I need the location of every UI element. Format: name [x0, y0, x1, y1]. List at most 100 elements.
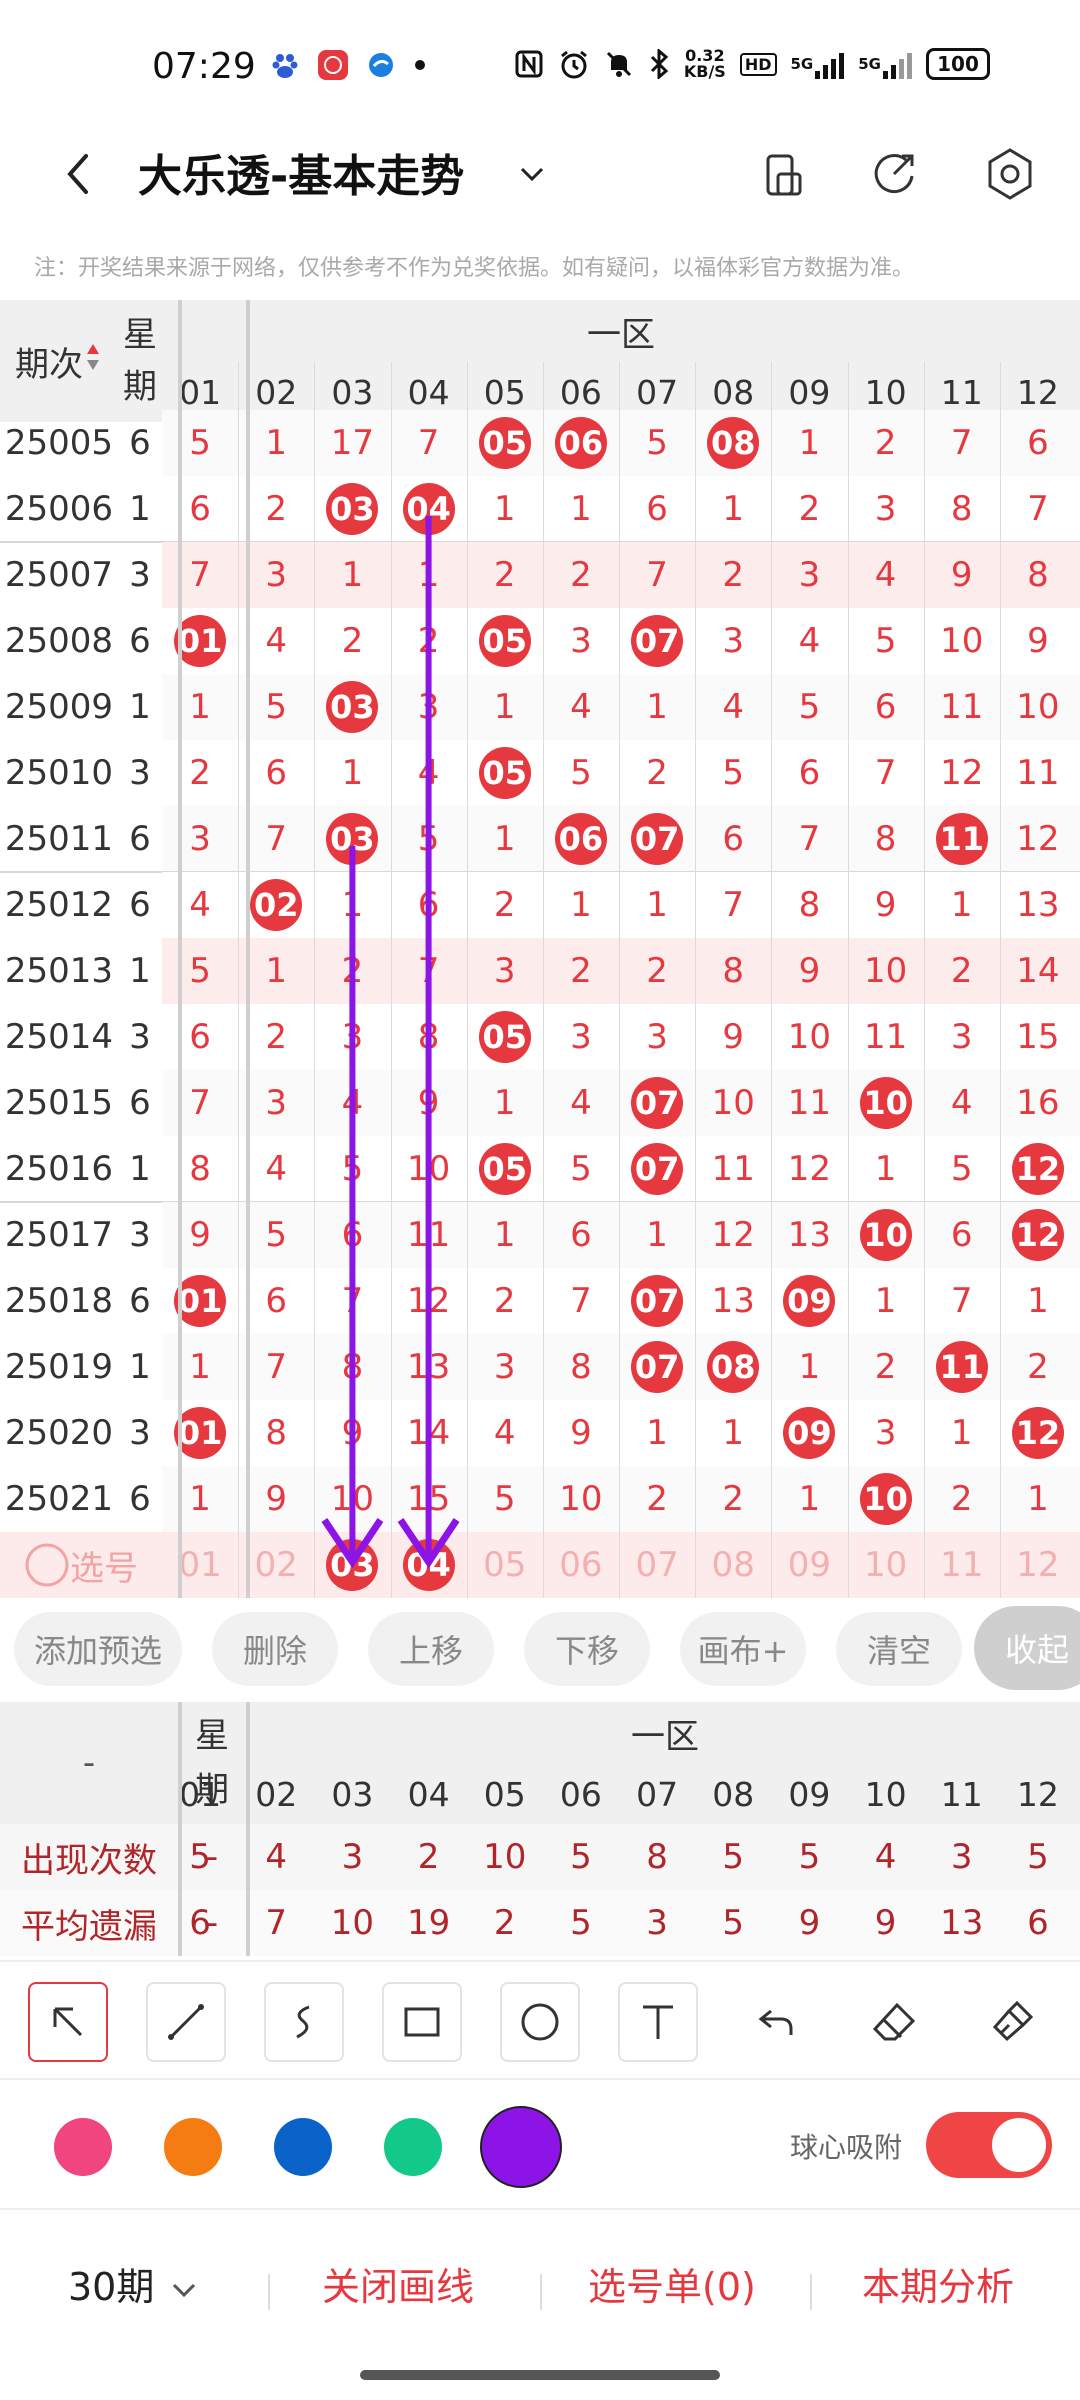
- miss-count-cell[interactable]: 2: [695, 1466, 771, 1532]
- miss-count-cell[interactable]: 1: [695, 1400, 771, 1466]
- select-label[interactable]: 选号: [0, 1532, 162, 1598]
- drawn-number-cell[interactable]: 07: [619, 1136, 695, 1202]
- miss-count-cell[interactable]: 11: [848, 1004, 924, 1070]
- miss-count-cell[interactable]: 5: [619, 410, 695, 476]
- select-number-cell[interactable]: 10: [848, 1532, 924, 1598]
- miss-count-cell[interactable]: 1: [314, 740, 390, 806]
- drawn-number-cell[interactable]: 01: [162, 1400, 238, 1466]
- drawn-number-cell[interactable]: 05: [467, 410, 543, 476]
- miss-count-cell[interactable]: 3: [162, 806, 238, 872]
- page-title[interactable]: 大乐透-基本走势: [138, 140, 464, 204]
- miss-count-cell[interactable]: 2: [924, 1466, 1000, 1532]
- miss-count-cell[interactable]: 2: [314, 938, 390, 1004]
- miss-count-cell[interactable]: 8: [924, 476, 1000, 542]
- miss-count-cell[interactable]: 4: [924, 1070, 1000, 1136]
- miss-count-cell[interactable]: 12: [771, 1136, 847, 1202]
- miss-count-cell[interactable]: 9: [924, 542, 1000, 608]
- miss-count-cell[interactable]: 15: [391, 1466, 467, 1532]
- miss-count-cell[interactable]: 1: [314, 542, 390, 608]
- miss-count-cell[interactable]: 3: [695, 608, 771, 674]
- circle-tool-icon[interactable]: [500, 1982, 580, 2062]
- drawn-number-cell[interactable]: 10: [848, 1202, 924, 1268]
- miss-count-cell[interactable]: 1: [543, 476, 619, 542]
- miss-count-cell[interactable]: 7: [848, 740, 924, 806]
- miss-count-cell[interactable]: 1: [467, 806, 543, 872]
- miss-count-cell[interactable]: 5: [467, 1466, 543, 1532]
- miss-count-cell[interactable]: 1: [848, 1136, 924, 1202]
- miss-count-cell[interactable]: 5: [771, 674, 847, 740]
- miss-count-cell[interactable]: 1: [467, 476, 543, 542]
- drawn-number-cell[interactable]: 06: [543, 806, 619, 872]
- miss-count-cell[interactable]: 4: [771, 608, 847, 674]
- select-number-cell[interactable]: 06: [543, 1532, 619, 1598]
- miss-count-cell[interactable]: 13: [1000, 872, 1076, 938]
- miss-count-cell[interactable]: 3: [467, 938, 543, 1004]
- select-number-cell[interactable]: 01: [162, 1532, 238, 1598]
- period-analysis-button[interactable]: 本期分析: [862, 2256, 1014, 2311]
- miss-count-cell[interactable]: 3: [543, 1004, 619, 1070]
- back-icon[interactable]: [50, 144, 110, 204]
- miss-count-cell[interactable]: 11: [391, 1202, 467, 1268]
- miss-count-cell[interactable]: 4: [314, 1070, 390, 1136]
- miss-count-cell[interactable]: 6: [695, 806, 771, 872]
- miss-count-cell[interactable]: 6: [314, 1202, 390, 1268]
- miss-count-cell[interactable]: 9: [391, 1070, 467, 1136]
- drawn-number-cell[interactable]: 11: [924, 1334, 1000, 1400]
- miss-count-cell[interactable]: 12: [391, 1268, 467, 1334]
- drawn-number-cell[interactable]: 12: [1000, 1136, 1076, 1202]
- miss-count-cell[interactable]: 1: [848, 1268, 924, 1334]
- miss-count-cell[interactable]: 7: [924, 410, 1000, 476]
- miss-count-cell[interactable]: 3: [467, 1334, 543, 1400]
- select-number-cell[interactable]: 11: [924, 1532, 1000, 1598]
- add-preselect-button[interactable]: 添加预选: [14, 1612, 182, 1686]
- miss-count-cell[interactable]: 16: [1000, 1070, 1076, 1136]
- miss-count-cell[interactable]: 5: [543, 740, 619, 806]
- drawn-number-cell[interactable]: 07: [619, 1070, 695, 1136]
- miss-count-cell[interactable]: 1: [619, 872, 695, 938]
- miss-count-cell[interactable]: 10: [924, 608, 1000, 674]
- miss-count-cell[interactable]: 7: [162, 542, 238, 608]
- miss-count-cell[interactable]: 1: [467, 674, 543, 740]
- miss-count-cell[interactable]: 11: [924, 674, 1000, 740]
- miss-count-cell[interactable]: 7: [314, 1268, 390, 1334]
- miss-count-cell[interactable]: 6: [391, 872, 467, 938]
- pointer-tool-icon[interactable]: [28, 1982, 108, 2062]
- eraser-icon[interactable]: [854, 1982, 934, 2062]
- drawn-number-cell[interactable]: 07: [619, 1268, 695, 1334]
- miss-count-cell[interactable]: 10: [695, 1070, 771, 1136]
- settings-icon[interactable]: [978, 142, 1042, 206]
- ball-snap-toggle[interactable]: [926, 2112, 1052, 2178]
- miss-count-cell[interactable]: 6: [543, 1202, 619, 1268]
- miss-count-cell[interactable]: 8: [848, 806, 924, 872]
- close-draw-button[interactable]: 关闭画线: [322, 2256, 474, 2311]
- miss-count-cell[interactable]: 1: [619, 1202, 695, 1268]
- miss-count-cell[interactable]: 1: [543, 872, 619, 938]
- miss-count-cell[interactable]: 3: [314, 1004, 390, 1070]
- miss-count-cell[interactable]: 1: [1000, 1268, 1076, 1334]
- period-select[interactable]: 30期: [68, 2256, 202, 2311]
- canvas-plus-button[interactable]: 画布+: [680, 1612, 806, 1686]
- drawn-number-cell[interactable]: 05: [467, 740, 543, 806]
- miss-count-cell[interactable]: 2: [619, 740, 695, 806]
- miss-count-cell[interactable]: 7: [543, 1268, 619, 1334]
- blue-swatch[interactable]: [274, 2118, 332, 2176]
- undo-icon[interactable]: [736, 1982, 816, 2062]
- miss-count-cell[interactable]: 1: [162, 1466, 238, 1532]
- select-number-cell[interactable]: 03: [314, 1532, 390, 1598]
- miss-count-cell[interactable]: 11: [771, 1070, 847, 1136]
- drawn-number-cell[interactable]: 08: [695, 1334, 771, 1400]
- drawn-number-cell[interactable]: 03: [314, 806, 390, 872]
- miss-count-cell[interactable]: 14: [1000, 938, 1076, 1004]
- miss-count-cell[interactable]: 5: [695, 740, 771, 806]
- miss-count-cell[interactable]: 9: [543, 1400, 619, 1466]
- miss-count-cell[interactable]: 3: [771, 542, 847, 608]
- miss-count-cell[interactable]: 9: [771, 938, 847, 1004]
- curve-tool-icon[interactable]: [264, 1982, 344, 2062]
- miss-count-cell[interactable]: 2: [543, 938, 619, 1004]
- miss-count-cell[interactable]: 5: [314, 1136, 390, 1202]
- miss-count-cell[interactable]: 4: [695, 674, 771, 740]
- select-number-cell[interactable]: 12: [1000, 1532, 1076, 1598]
- miss-count-cell[interactable]: 7: [771, 806, 847, 872]
- select-number-cell[interactable]: 08: [695, 1532, 771, 1598]
- select-number-cell[interactable]: 09: [771, 1532, 847, 1598]
